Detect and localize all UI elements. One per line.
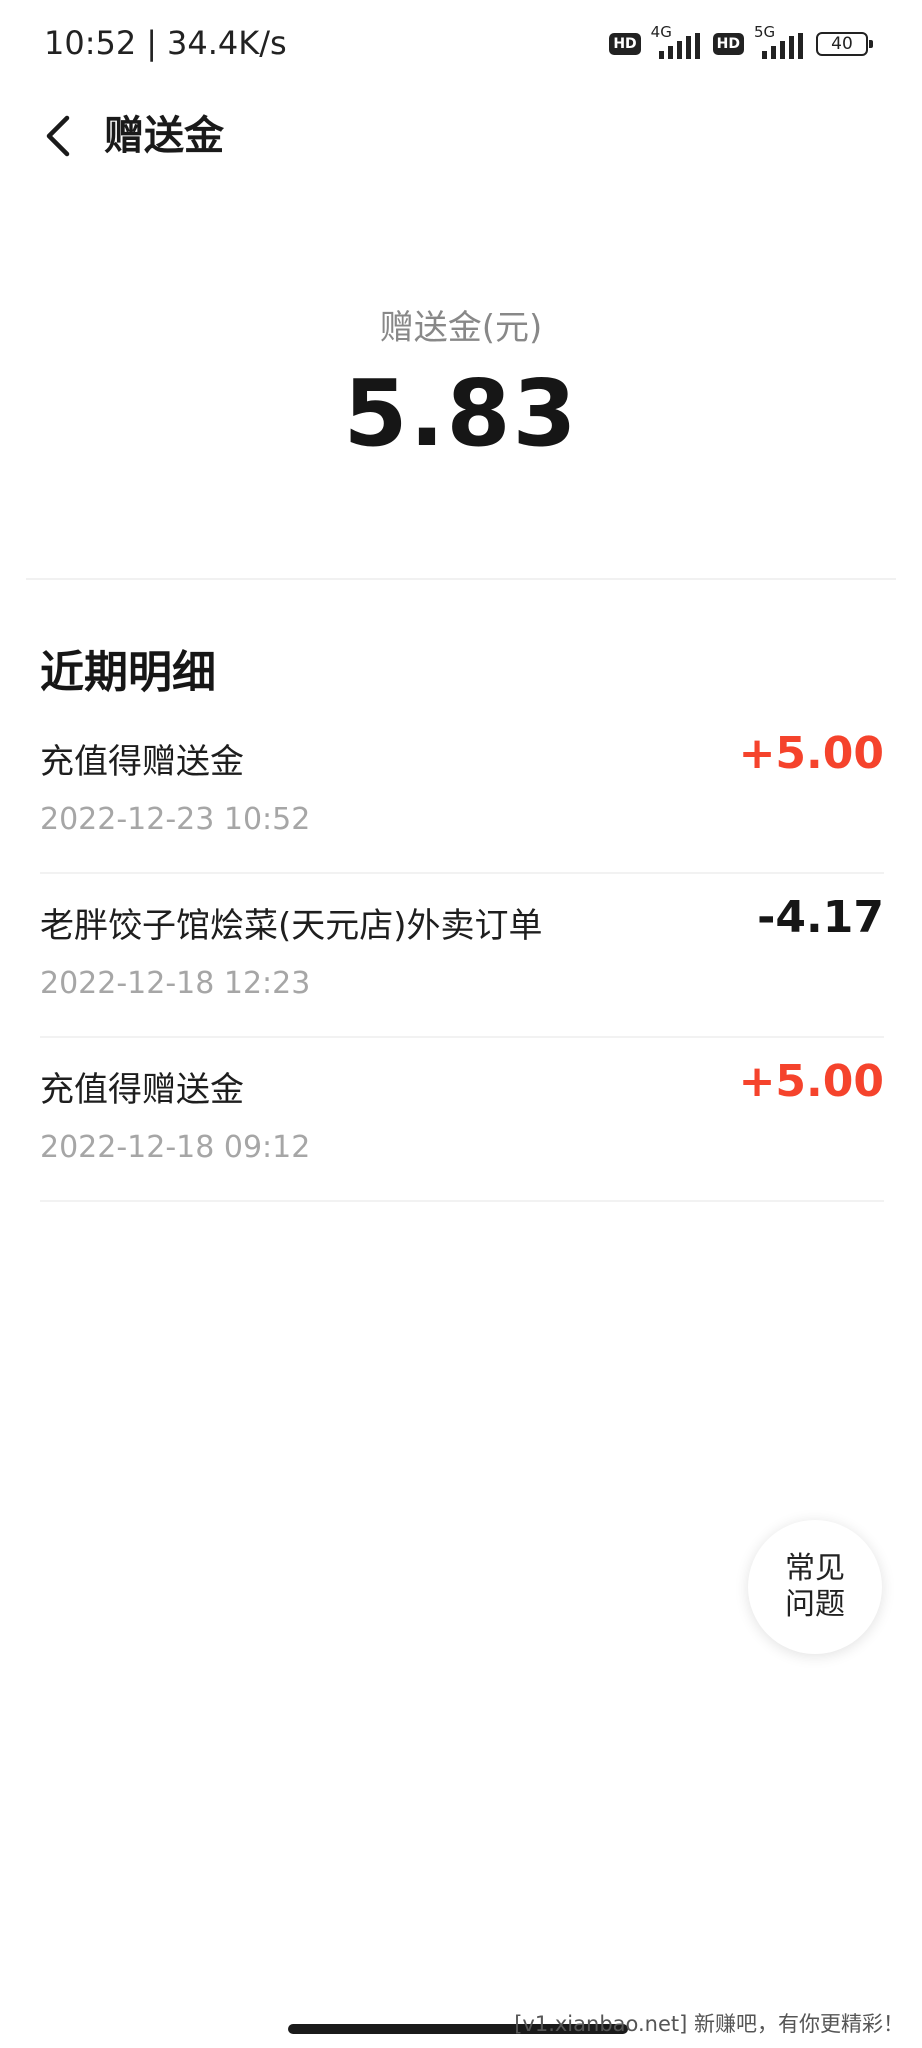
back-button[interactable] [30,108,86,164]
detail-list: 充值得赠送金 2022-12-23 10:52 +5.00 老胖饺子馆烩菜(天元… [40,710,884,1202]
divider [26,578,896,580]
battery-indicator: 40 [816,32,873,56]
network-5g: 5G [754,23,806,59]
list-item[interactable]: 老胖饺子馆烩菜(天元店)外卖订单 2022-12-18 12:23 -4.17 [40,874,884,1038]
balance-label: 赠送金(元) [379,308,543,348]
status-right: HD 4G HD 5G 40 [609,23,873,60]
faq-label-line1: 常见 [785,1551,845,1586]
item-amount: +5.00 [738,1056,884,1107]
watermark: [v1.xianbao.net] 新赚吧，有你更精彩！ [514,2012,904,2036]
status-left: 10:52 | 34.4K/s [44,24,287,62]
signal-bars-icon [762,33,803,59]
page-title: 赠送金 [104,113,224,159]
item-time: 2022-12-18 09:12 [40,1130,311,1165]
balance-amount: 5.83 [343,360,579,467]
page-header: 赠送金 [0,96,922,176]
network-speed: 34.4K/s [167,24,287,62]
item-title: 充值得赠送金 [40,742,244,782]
status-separator: | [146,24,157,62]
hd-badge: HD [609,33,641,55]
network-4g: 4G [651,23,703,59]
hd-badge-2: HD [712,33,744,55]
list-item[interactable]: 充值得赠送金 2022-12-23 10:52 +5.00 [40,710,884,874]
item-amount: +5.00 [738,728,884,779]
faq-button[interactable]: 常见 问题 [748,1520,882,1654]
faq-label-line2: 问题 [785,1587,845,1622]
status-bar: 10:52 | 34.4K/s HD 4G HD 5G 40 [0,0,922,90]
list-item[interactable]: 充值得赠送金 2022-12-18 09:12 +5.00 [40,1038,884,1202]
status-time: 10:52 [44,24,137,62]
item-time: 2022-12-18 12:23 [40,966,311,1001]
item-time: 2022-12-23 10:52 [40,802,311,837]
item-amount: -4.17 [757,892,884,943]
item-title: 老胖饺子馆烩菜(天元店)外卖订单 [40,906,543,946]
signal-bars-icon [658,33,700,59]
chevron-left-icon [46,115,70,157]
section-title: 近期明细 [40,647,216,698]
item-title: 充值得赠送金 [40,1070,244,1110]
